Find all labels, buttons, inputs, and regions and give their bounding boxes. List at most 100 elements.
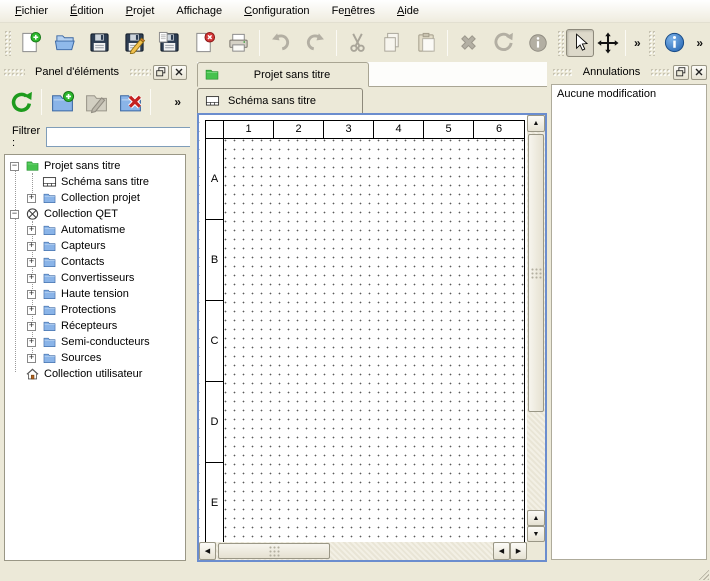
- elements-panel-titlebar[interactable]: Panel d'éléments: [0, 62, 190, 82]
- float-dock-button[interactable]: [673, 65, 689, 80]
- selection-mode-button[interactable]: [566, 29, 594, 57]
- tree-item-collection-qet[interactable]: Collection QET: [5, 206, 185, 222]
- dock-splitter[interactable]: [190, 62, 197, 581]
- undo-list-item[interactable]: Aucune modification: [552, 85, 706, 102]
- project-tab-label: Projet sans titre: [221, 69, 363, 81]
- horizontal-scrollbar[interactable]: [199, 542, 527, 560]
- tree-item-collection-projet[interactable]: Collection projet: [5, 190, 185, 206]
- horizontal-scroll-track[interactable]: [216, 542, 493, 560]
- frame-corner-cell: [206, 121, 224, 139]
- tree-item-capteurs[interactable]: Capteurs: [5, 238, 185, 254]
- toolbar-overflow-button[interactable]: »: [629, 36, 646, 50]
- rotate-button[interactable]: [486, 26, 521, 59]
- toolbar-separator: [259, 30, 260, 56]
- float-dock-button[interactable]: [153, 65, 169, 80]
- menu-aide[interactable]: Aide: [386, 0, 430, 22]
- tree-item-protections[interactable]: Protections: [5, 302, 185, 318]
- reload-collections-button[interactable]: [4, 85, 38, 119]
- paste-button[interactable]: [409, 26, 444, 59]
- scroll-up-button[interactable]: [527, 510, 545, 526]
- toolbar-overflow-button[interactable]: »: [691, 36, 708, 50]
- menu-fichier[interactable]: Fichier: [4, 0, 59, 22]
- save-button[interactable]: [82, 26, 117, 59]
- element-info-button[interactable]: [521, 26, 556, 59]
- collapse-expander-icon[interactable]: [10, 162, 19, 171]
- undo-panel-titlebar[interactable]: Annulations: [549, 62, 710, 82]
- folder-icon: [42, 335, 57, 349]
- collections-toolbar: »: [0, 82, 190, 122]
- close-document-button[interactable]: [187, 26, 222, 59]
- menu-edition[interactable]: Édition: [59, 0, 115, 22]
- filter-input[interactable]: [46, 127, 196, 147]
- tree-item-label: Collection QET: [44, 208, 118, 220]
- schema-icon: [204, 94, 221, 108]
- schema-canvas[interactable]: 1 2 3 4 5 6 A B C D E: [199, 115, 527, 542]
- tree-item-contacts[interactable]: Contacts: [5, 254, 185, 270]
- tab-schema-sans-titre[interactable]: Schéma sans titre: [197, 88, 363, 113]
- menu-projet[interactable]: Projet: [115, 0, 166, 22]
- scroll-left-button[interactable]: [493, 542, 510, 560]
- delete-category-button[interactable]: [113, 85, 147, 119]
- expand-expander-icon[interactable]: [27, 322, 36, 331]
- vertical-scroll-track[interactable]: [527, 132, 545, 510]
- scroll-down-button[interactable]: [527, 526, 545, 542]
- toolbar-overflow-button[interactable]: »: [169, 95, 186, 109]
- scroll-right-button[interactable]: [510, 542, 527, 560]
- tree-item-semi-conducteurs[interactable]: Semi-conducteurs: [5, 334, 185, 350]
- expand-expander-icon[interactable]: [27, 354, 36, 363]
- expand-expander-icon[interactable]: [27, 194, 36, 203]
- new-document-button[interactable]: [13, 26, 48, 59]
- collapse-expander-icon[interactable]: [10, 210, 19, 219]
- tree-item-haute-tension[interactable]: Haute tension: [5, 286, 185, 302]
- tree-item-automatisme[interactable]: Automatisme: [5, 222, 185, 238]
- frame-column-header: 2: [274, 121, 324, 139]
- expand-expander-icon[interactable]: [27, 306, 36, 315]
- toolbar-drag-handle[interactable]: [4, 30, 11, 56]
- tree-item-sources[interactable]: Sources: [5, 350, 185, 366]
- menu-affichage[interactable]: Affichage: [165, 0, 233, 22]
- close-dock-button[interactable]: [691, 65, 707, 80]
- new-category-button[interactable]: [45, 85, 79, 119]
- frame-row-header: C: [206, 301, 223, 382]
- open-document-button[interactable]: [48, 26, 83, 59]
- tree-item-schema-sans-titre[interactable]: Schéma sans titre: [5, 174, 185, 190]
- expand-expander-icon[interactable]: [27, 274, 36, 283]
- print-button[interactable]: [222, 26, 257, 59]
- visualisation-mode-button[interactable]: [594, 29, 622, 57]
- expand-expander-icon[interactable]: [27, 258, 36, 267]
- tree-item-collection-utilisateur[interactable]: Collection utilisateur: [5, 366, 185, 382]
- expand-expander-icon[interactable]: [27, 290, 36, 299]
- undo-button[interactable]: [263, 26, 298, 59]
- about-button[interactable]: [657, 26, 692, 59]
- copy-button[interactable]: [375, 26, 410, 59]
- save-all-button[interactable]: [152, 26, 187, 59]
- tree-item-recepteurs[interactable]: Récepteurs: [5, 318, 185, 334]
- redo-button[interactable]: [298, 26, 333, 59]
- menu-fenetres[interactable]: Fenêtres: [321, 0, 386, 22]
- expand-expander-icon[interactable]: [27, 338, 36, 347]
- horizontal-scroll-thumb[interactable]: [218, 543, 330, 559]
- frame-row-header: D: [206, 382, 223, 463]
- tree-item-label: Capteurs: [61, 240, 106, 252]
- scroll-left-button[interactable]: [199, 542, 216, 560]
- vertical-scrollbar[interactable]: [527, 115, 545, 542]
- tree-item-projet-sans-titre[interactable]: Projet sans titre: [5, 158, 185, 174]
- close-dock-button[interactable]: [171, 65, 187, 80]
- toolbar-drag-handle[interactable]: [557, 30, 564, 56]
- qet-logo-icon: [25, 207, 40, 221]
- filter-label: Filtrer :: [12, 125, 40, 149]
- menu-configuration[interactable]: Configuration: [233, 0, 320, 22]
- save-as-button[interactable]: [117, 26, 152, 59]
- edit-category-button[interactable]: [79, 85, 113, 119]
- delete-button[interactable]: [451, 26, 486, 59]
- vertical-scroll-thumb[interactable]: [528, 134, 544, 412]
- expand-expander-icon[interactable]: [27, 226, 36, 235]
- frame-drawing-area[interactable]: [224, 139, 524, 542]
- expand-expander-icon[interactable]: [27, 242, 36, 251]
- tree-item-convertisseurs[interactable]: Convertisseurs: [5, 270, 185, 286]
- tab-projet-sans-titre[interactable]: Projet sans titre: [197, 62, 369, 87]
- scroll-up-button[interactable]: [527, 115, 545, 132]
- frame-column-header: 1: [224, 121, 274, 139]
- toolbar-drag-handle[interactable]: [648, 30, 655, 56]
- cut-button[interactable]: [340, 26, 375, 59]
